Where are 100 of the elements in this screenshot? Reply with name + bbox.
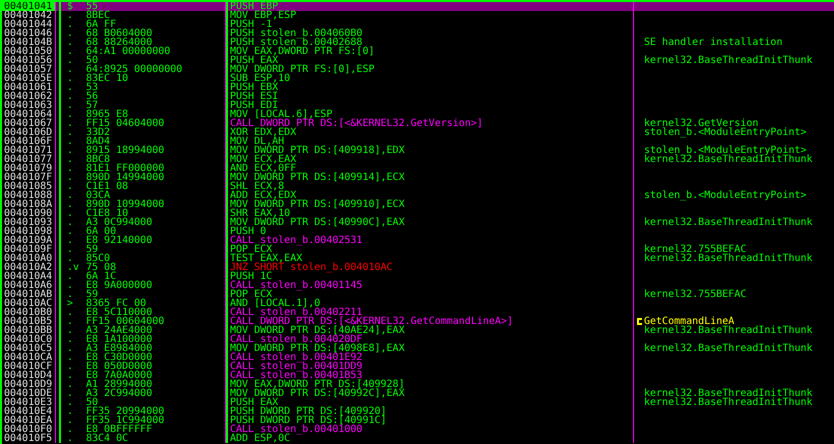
instruction: MOV DWORD PTR DS:[409910],ECX: [230, 199, 405, 210]
instruction: PUSH stolen_b.004060B0: [230, 28, 362, 39]
address-cell: 004010B5: [2, 317, 56, 326]
hex-bytes: E8 050D0000: [86, 361, 152, 372]
disasm-row[interactable]: 00401050 . 64:A1 00000000 MOV EAX,DWORD PTR FS:[0]: [2, 47, 834, 56]
disasm-row[interactable]: 0040104B . 68 88264000 PUSH stolen_b.00402688 SE handler installation: [2, 38, 834, 47]
disasm-row[interactable]: 004010E3 . 50 PUSH EAX kernel32.BaseThreadInitThunk: [2, 398, 834, 407]
instruction: AND [LOCAL.1],0: [230, 298, 320, 309]
disasm-row[interactable]: 00401044 . 6A FF PUSH -1: [2, 20, 834, 29]
disasm-row[interactable]: 004010BB . A3 24AE4000 MOV DWORD PTR DS:[40AE24],EAX kernel32.BaseThreadInitThunk: [2, 326, 834, 335]
disasm-row[interactable]: 004010A0 . 85C0 TEST EAX,EAX kernel32.BaseThreadInitThunk: [2, 254, 834, 263]
disasm-row[interactable]: 004010D4 . E8 7A0A0000 CALL stolen_b.00401B53: [2, 371, 834, 380]
hex-bytes: E8 7A0A0000: [86, 370, 152, 381]
disasm-row[interactable]: 00401046 . 68 B0604000 PUSH stolen_b.004060B0: [2, 29, 834, 38]
disasm-row[interactable]: 004010E4 . FF35 20994000 PUSH DWORD PTR DS:[409920]: [2, 407, 834, 416]
disasm-row[interactable]: 004010A6 . E8 9A000000 CALL stolen_b.00401145: [2, 281, 834, 290]
address-cell: 00401042: [2, 11, 56, 20]
address-cell: 004010AB: [2, 290, 56, 299]
marker: .: [67, 253, 74, 264]
marker: .: [67, 10, 74, 21]
address-cell: 004010EA: [2, 416, 56, 425]
disasm-row[interactable]: 0040109F . 59 POP ECX kernel32.755BEFAC: [2, 245, 834, 254]
disasm-row[interactable]: 004010F0 . E8 0BFFFFFF CALL stolen_b.00401000: [2, 425, 834, 434]
address-cell: 004010D4: [2, 371, 56, 380]
disasm-row[interactable]: 0040105E . 83EC 10 SUB ESP,10: [2, 74, 834, 83]
hex-bytes: 68 88264000: [86, 37, 152, 48]
disasm-row[interactable]: 0040106F . 8AD4 MOV DL,AH: [2, 137, 834, 146]
address-cell: 004010E4: [2, 407, 56, 416]
disasm-row[interactable]: 0040107F . 890D 14994000 MOV DWORD PTR DS:[409914],ECX: [2, 173, 834, 182]
hex-bytes: A1 28994000: [86, 379, 152, 390]
address-cell: 00401056: [2, 56, 56, 65]
hex-bytes: 83EC 10: [86, 73, 128, 84]
instruction: CALL DWORD PTR DS:[<&KERNEL32.GetVersion>]: [230, 118, 483, 129]
disasm-row[interactable]: 00401056 . 50 PUSH EAX kernel32.BaseThreadInitThunk: [2, 56, 834, 65]
disasm-row[interactable]: 00401085 . C1E1 08 SHL ECX,8: [2, 182, 834, 191]
disasm-row[interactable]: 00401062 . 56 PUSH ESI: [2, 92, 834, 101]
disasm-row[interactable]: 004010D9 . A1 28994000 MOV EAX,DWORD PTR DS:[409928]: [2, 380, 834, 389]
disasm-row[interactable]: 004010A2 .v 75 08 JNZ SHORT stolen_b.004010AC: [2, 263, 834, 272]
disasm-row[interactable]: 004010DE . A3 2C994000 MOV DWORD PTR DS:[40992C],EAX kernel32.BaseThreadInitThunk: [2, 389, 834, 398]
instruction: SHR EAX,10: [230, 208, 290, 219]
disasm-row[interactable]: 00401090 . C1E8 10 SHR EAX,10: [2, 209, 834, 218]
instruction: PUSH -1: [230, 19, 272, 30]
address-cell: 0040106F: [2, 137, 56, 146]
disasm-row[interactable]: 00401063 . 57 PUSH EDI: [2, 101, 834, 110]
marker: .: [67, 379, 74, 390]
disasm-row[interactable]: 00401088 . 03CA ADD ECX,EDX stolen_b.<ModuleEntryPoint>: [2, 191, 834, 200]
marker: .: [67, 118, 74, 129]
comment: kernel32.BaseThreadInitThunk: [644, 326, 813, 335]
instruction: MOV DWORD PTR DS:[409918],EDX: [230, 145, 405, 156]
marker: .: [67, 433, 74, 444]
comment: stolen_b.<ModuleEntryPoint>: [644, 146, 807, 155]
marker: .v: [67, 262, 80, 273]
address-cell: 00401088: [2, 191, 56, 200]
disasm-row[interactable]: 0040108A . 890D 10994000 MOV DWORD PTR DS:[409910],ECX: [2, 200, 834, 209]
disasm-row[interactable]: 004010CF . E8 050D0000 CALL stolen_b.00401DD9: [2, 362, 834, 371]
instruction: CALL stolen_b.00401000: [230, 424, 362, 435]
disasm-row[interactable]: 004010C5 . A3 E8984000 MOV DWORD PTR DS:[4098E8],EAX kernel32.BaseThreadInitThunk: [2, 344, 834, 353]
disasm-row[interactable]: 00401079 . 81E1 FF000000 AND ECX,0FF: [2, 164, 834, 173]
instruction: AND ECX,0FF: [230, 163, 296, 174]
disasm-row[interactable]: 0040106D . 33D2 XOR EDX,EDX stolen_b.<ModuleEntryPoint>: [2, 128, 834, 137]
instruction: CALL stolen_b.00401E92: [230, 352, 362, 363]
address-cell: 0040106D: [2, 128, 56, 137]
disasm-row[interactable]: 00401098 . 6A 00 PUSH 0: [2, 227, 834, 236]
comment: SE handler installation: [644, 38, 782, 47]
disasm-row[interactable]: 004010B0 . E8 5C110000 CALL stolen_b.00402211: [2, 308, 834, 317]
disasm-row[interactable]: 004010A4 . 6A 1C PUSH 1C: [2, 272, 834, 281]
hex-bytes: 64:8925 00000000: [86, 64, 182, 75]
hex-bytes: A3 2C994000: [86, 388, 152, 399]
marker: .: [67, 325, 74, 336]
marker: .: [67, 145, 74, 156]
address-cell: 00401061: [2, 83, 56, 92]
disasm-row[interactable]: 00401067 . FF15 04604000 CALL DWORD PTR DS:[<&KERNEL32.GetVersion>] kernel32.GetVersion: [2, 119, 834, 128]
disasm-row[interactable]: 00401057 . 64:8925 00000000 MOV DWORD PTR FS:[0],ESP: [2, 65, 834, 74]
marker: .: [67, 406, 74, 417]
address-cell: 00401050: [2, 47, 56, 56]
disasm-row[interactable]: 004010AC > 8365 FC 00 AND [LOCAL.1],0: [2, 299, 834, 308]
disasm-row[interactable]: 004010EA . FF35 1C994000 PUSH DWORD PTR DS:[40991C]: [2, 416, 834, 425]
disasm-row[interactable]: 004010F5 . 83C4 0C ADD ESP,0C: [2, 434, 834, 443]
marker: .: [67, 316, 74, 327]
disasm-row[interactable]: 00401093 . A3 0C994000 MOV DWORD PTR DS:[40990C],EAX kernel32.BaseThreadInitThunk: [2, 218, 834, 227]
hex-bytes: 56: [86, 91, 98, 102]
disasm-row[interactable]: 00401061 . 53 PUSH EBX: [2, 83, 834, 92]
marker: .: [67, 361, 74, 372]
comment: kernel32.BaseThreadInitThunk: [644, 389, 813, 398]
disasm-row[interactable]: 00401042 . 8BEC MOV EBP,ESP: [2, 11, 834, 20]
marker: .: [67, 217, 74, 228]
disasm-row[interactable]: 004010C0 . E8 1A100000 CALL stolen_b.004020DF: [2, 335, 834, 344]
disasm-row[interactable]: 004010B5 . FF15 00604000 CALL DWORD PTR DS:[<&KERNEL32.GetCommandLineA>] GetCommandLineA: [2, 317, 834, 326]
disasm-row[interactable]: 00401077 . 8BC8 MOV ECX,EAX kernel32.BaseThreadInitThunk: [2, 155, 834, 164]
disasm-row[interactable]: 0040109A . E8 92140000 CALL stolen_b.00402531: [2, 236, 834, 245]
disasm-row[interactable]: 00401064 . 8965 E8 MOV [LOCAL.6],ESP: [2, 110, 834, 119]
hex-bytes: 75 08: [86, 262, 116, 273]
instruction: PUSH ESI: [230, 91, 278, 102]
comment: kernel32.GetVersion: [644, 119, 758, 128]
instruction: POP ECX: [230, 244, 272, 255]
disasm-row[interactable]: 004010CA . E8 C30D0000 CALL stolen_b.00401E92: [2, 353, 834, 362]
hex-bytes: FF15 00604000: [86, 316, 164, 327]
disasm-row[interactable]: 00401071 . 8915 18994000 MOV DWORD PTR DS:[409918],EDX stolen_b.<ModuleEntryPoint>: [2, 146, 834, 155]
instruction: MOV DWORD PTR DS:[40992C],EAX: [230, 388, 405, 399]
disasm-row[interactable]: 004010AB . 59 POP ECX kernel32.755BEFAC: [2, 290, 834, 299]
